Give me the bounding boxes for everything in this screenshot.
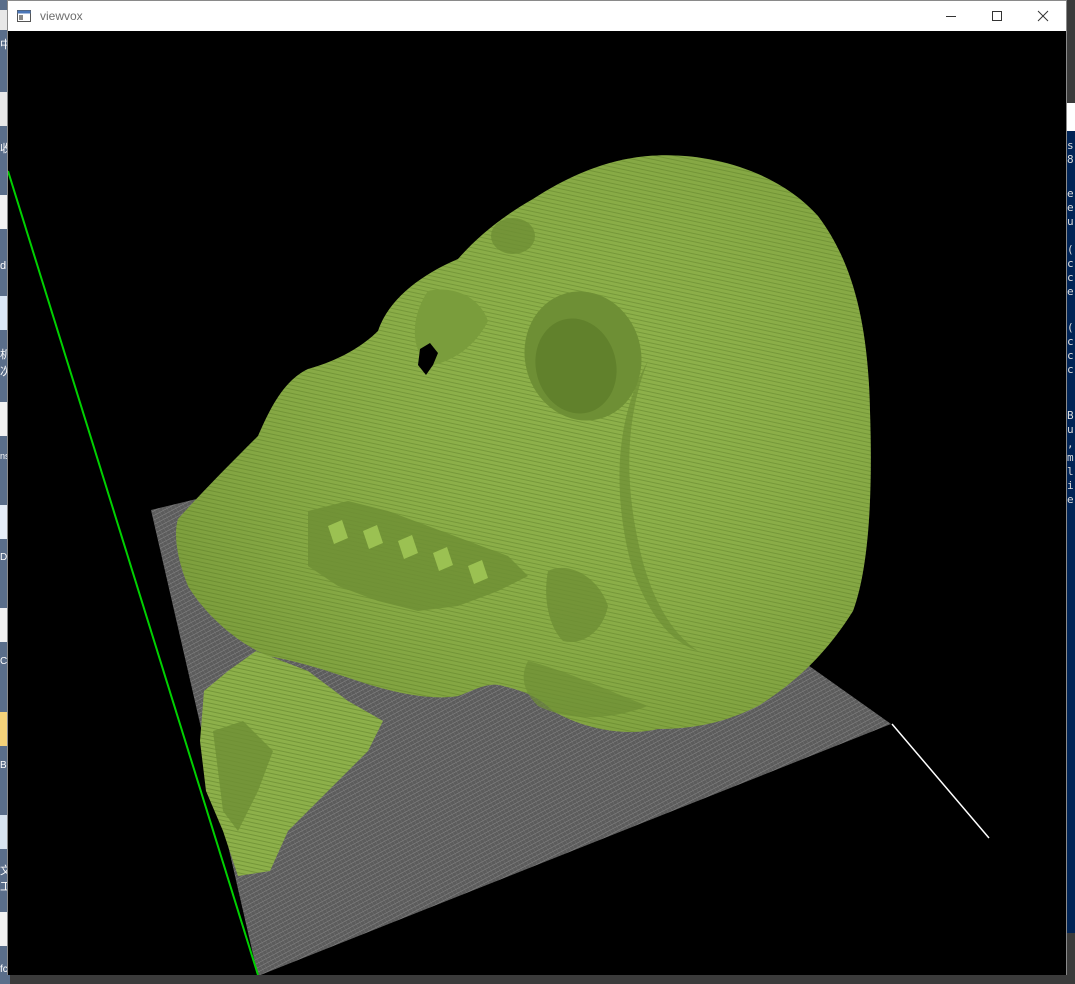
- console-text-line: u: [1067, 215, 1074, 228]
- 3d-viewport[interactable]: [8, 31, 1066, 975]
- console-text-line: c: [1067, 363, 1074, 376]
- console-text-line: c: [1067, 271, 1074, 284]
- brow-orbit: [491, 218, 535, 254]
- console-text-line: e: [1067, 201, 1074, 214]
- console-text-line: (: [1067, 321, 1074, 334]
- app-window-icon: [17, 10, 31, 22]
- voxel-scene[interactable]: [8, 31, 1066, 975]
- console-text-line: e: [1067, 285, 1074, 298]
- window-controls: [928, 1, 1066, 31]
- console-text-line: c: [1067, 335, 1074, 348]
- axis-white-line: [891, 723, 990, 839]
- console-text-line: e: [1067, 493, 1074, 506]
- console-titlebar[interactable]: [1066, 103, 1075, 131]
- console-text-line: (: [1067, 243, 1074, 256]
- console-text-line: 8: [1067, 153, 1074, 166]
- maximize-button[interactable]: [974, 1, 1020, 31]
- console-text-line: c: [1067, 349, 1074, 362]
- close-button[interactable]: [1020, 1, 1066, 31]
- viewvox-window[interactable]: viewvox: [7, 0, 1067, 975]
- window-title: viewvox: [40, 9, 83, 23]
- minimize-button[interactable]: [928, 1, 974, 31]
- maximize-icon: [992, 11, 1002, 21]
- titlebar[interactable]: viewvox: [8, 1, 1066, 31]
- console-text-line: s: [1067, 139, 1074, 152]
- console-text-line: B: [1067, 409, 1074, 422]
- console-text-line: ,: [1067, 437, 1074, 450]
- console-text-line: e: [1067, 187, 1074, 200]
- console-text-line: l: [1067, 465, 1074, 478]
- console-text-line: i: [1067, 479, 1074, 492]
- console-text-line: m: [1067, 451, 1074, 464]
- console-text-line: c: [1067, 257, 1074, 270]
- console-text-line: u: [1067, 423, 1074, 436]
- minimize-icon: [946, 16, 956, 17]
- close-icon: [1037, 10, 1049, 22]
- console-window[interactable]: s 8 e e u(c c e(c c c Bu, m l i e: [1066, 103, 1075, 933]
